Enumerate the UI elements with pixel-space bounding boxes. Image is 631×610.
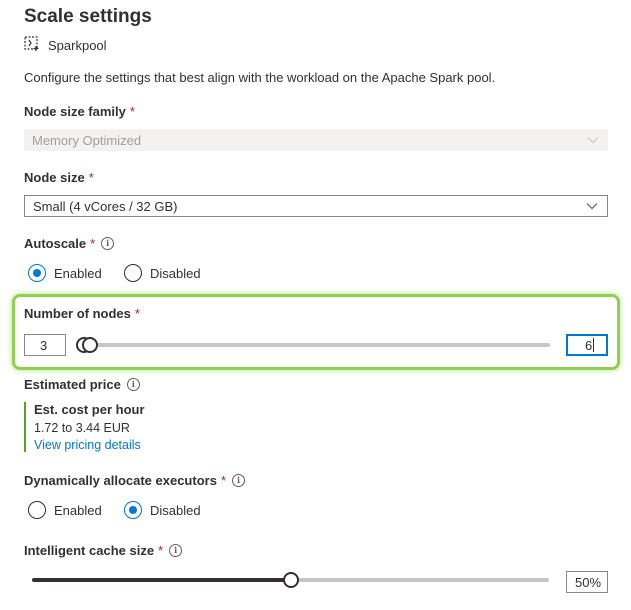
page-title: Scale settings [24,6,152,27]
cache-slider-thumb[interactable] [282,572,299,588]
autoscale-label: Autoscale * i [24,236,115,251]
executors-disabled-label: Disabled [150,502,201,518]
estimated-price-label: Estimated price i [24,377,140,392]
cache-size-label: Intelligent cache size * i [24,543,183,558]
info-icon[interactable]: i [101,237,115,250]
radio-selected-icon[interactable] [124,501,142,519]
info-icon[interactable]: i [232,474,245,487]
node-size-family-dropdown: Memory Optimized [24,129,608,151]
pool-indicator: Sparkpool [24,35,107,55]
chevron-down-icon [587,137,599,144]
autoscale-enabled-option[interactable]: Enabled [28,264,102,282]
cache-size-value: 50% [566,571,608,593]
spark-pool-icon [24,35,48,55]
min-nodes-input[interactable]: 3 [24,334,66,356]
nodes-max-thumb[interactable] [82,337,98,353]
text-cursor [593,338,595,352]
autoscale-disabled-option[interactable]: Disabled [124,264,201,282]
price-summary: Est. cost per hour 1.72 to 3.44 EUR View… [24,402,145,452]
pool-name: Sparkpool [48,37,107,53]
price-heading: Est. cost per hour [34,402,145,417]
nodes-range-track[interactable] [80,343,550,347]
info-icon[interactable]: i [169,544,183,557]
executors-enabled-label: Enabled [54,502,102,518]
number-of-nodes-label: Number of nodes * [24,306,140,321]
description: Configure the settings that best align w… [24,70,496,85]
node-size-dropdown[interactable]: Small (4 vCores / 32 GB) [24,195,608,217]
node-size-label: Node size * [24,170,94,185]
max-nodes-input[interactable]: 6 [566,334,608,356]
radio-selected-icon[interactable] [28,264,46,282]
radio-unselected-icon[interactable] [28,501,46,519]
cache-slider-fill [32,578,291,582]
node-size-value: Small (4 vCores / 32 GB) [33,198,178,214]
dynamic-executors-label: Dynamically allocate executors * i [24,473,245,488]
executors-disabled-option[interactable]: Disabled [124,501,201,519]
view-pricing-link[interactable]: View pricing details [34,438,145,452]
node-size-family-label: Node size family * [24,104,135,119]
executors-enabled-option[interactable]: Enabled [28,501,102,519]
info-icon[interactable]: i [126,378,140,391]
price-range: 1.72 to 3.44 EUR [34,421,130,435]
radio-unselected-icon[interactable] [124,264,142,282]
node-size-family-value: Memory Optimized [32,132,142,148]
autoscale-enabled-label: Enabled [54,265,102,281]
autoscale-disabled-label: Disabled [150,265,201,281]
chevron-down-icon [586,203,598,210]
